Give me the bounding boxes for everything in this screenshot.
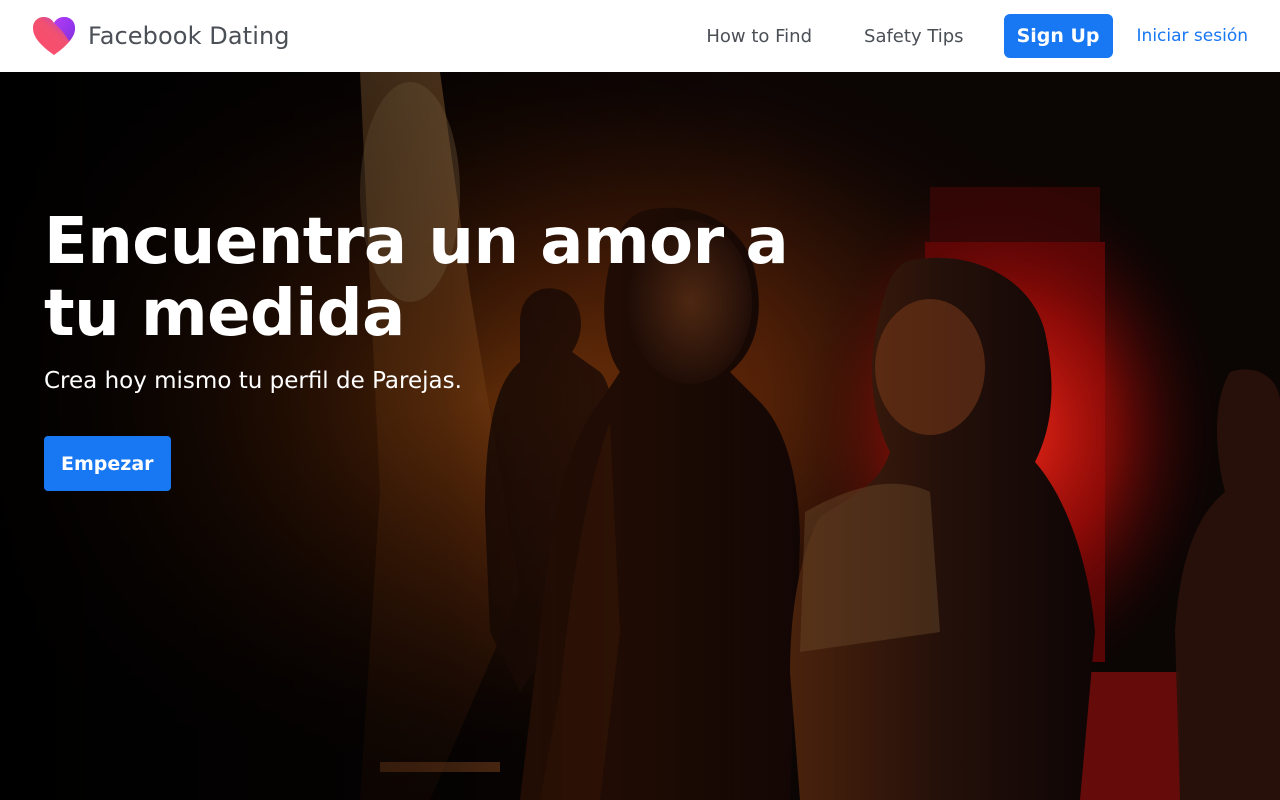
hero-title: Encuentra un amor a tu medida [44, 205, 789, 351]
brand-name: Facebook Dating [88, 22, 290, 50]
sign-up-button[interactable]: Sign Up [1003, 14, 1113, 58]
get-started-button[interactable]: Empezar [44, 436, 171, 491]
heart-icon [33, 17, 75, 55]
nav-how-to-find-link[interactable]: How to Find [706, 26, 812, 47]
hero-subtitle: Crea hoy mismo tu perfil de Parejas. [44, 368, 462, 394]
brand-home-link[interactable]: Facebook Dating [32, 16, 290, 56]
top-navigation-bar: Facebook Dating How to Find Safety Tips … [0, 0, 1280, 72]
main-nav: How to Find Safety Tips Sign Up Iniciar … [706, 14, 1248, 58]
login-link[interactable]: Iniciar sesión [1137, 26, 1248, 46]
hero-section: Encuentra un amor a tu medida Crea hoy m… [0, 72, 1280, 800]
nav-safety-tips-link[interactable]: Safety Tips [864, 26, 964, 47]
hero-copy: Encuentra un amor a tu medida Crea hoy m… [44, 206, 804, 491]
